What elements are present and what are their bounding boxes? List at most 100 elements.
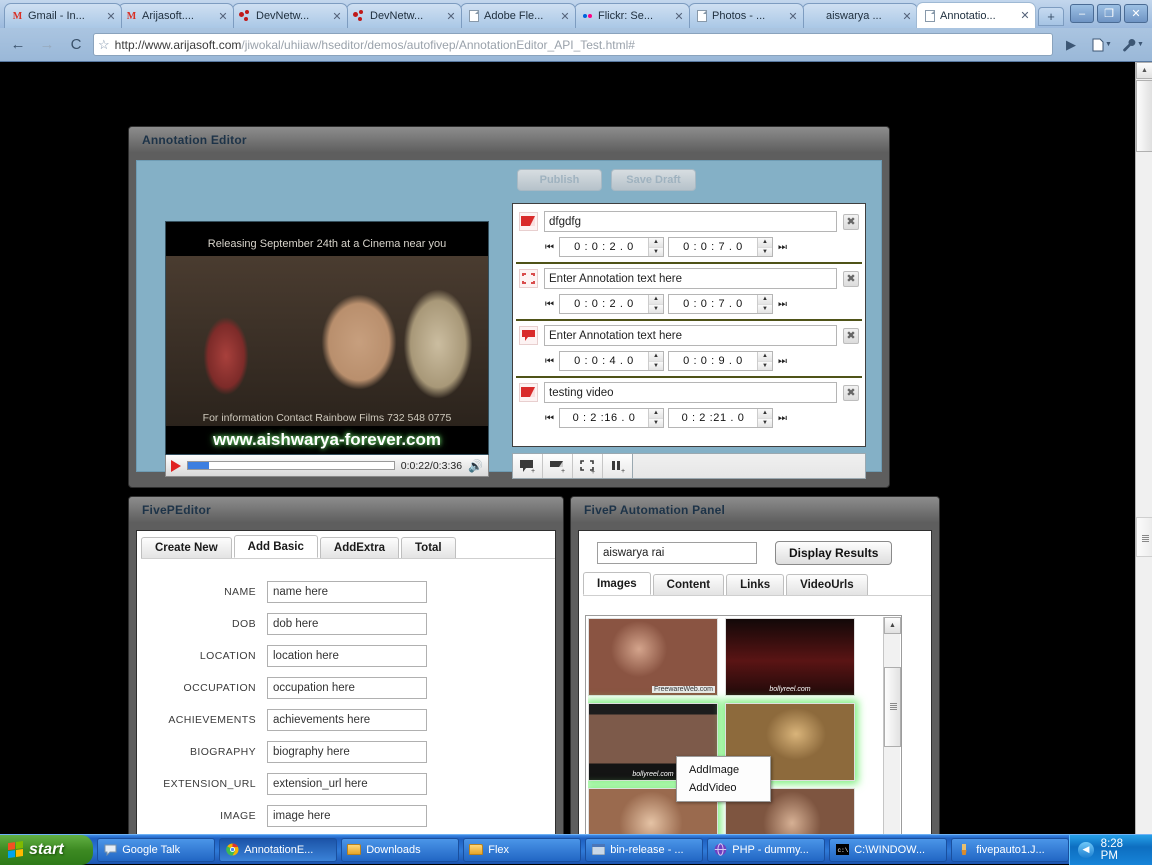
annotation-start-time[interactable]: 0 : 0 : 2 . 0▲▼ xyxy=(559,237,664,257)
stepper-down[interactable]: ▼ xyxy=(758,305,772,314)
page-scrollbar-thumb[interactable] xyxy=(1136,80,1152,152)
jump-to-start-icon[interactable]: ⏮ xyxy=(544,299,555,310)
close-icon[interactable]: ✖ xyxy=(843,214,859,230)
jump-to-start-icon[interactable]: ⏮ xyxy=(544,413,555,424)
stepper-down[interactable]: ▼ xyxy=(649,305,663,314)
start-button[interactable]: start xyxy=(0,835,93,865)
display-results-button[interactable]: Display Results xyxy=(775,541,892,565)
page-scrollbar-secondary[interactable] xyxy=(1136,517,1152,557)
fivep-editor-tab-total[interactable]: Total xyxy=(401,537,456,558)
note-annotation-icon[interactable] xyxy=(519,383,538,402)
taskbar-item-1[interactable]: AnnotationE... xyxy=(219,838,337,862)
start-time-stepper[interactable]: ▲▼ xyxy=(648,238,663,256)
note-annotation-icon[interactable] xyxy=(519,212,538,231)
tray-expand-icon[interactable]: ◀ xyxy=(1078,842,1093,858)
back-button[interactable]: ← xyxy=(6,33,30,57)
taskbar-item-7[interactable]: fivepauto1.J... xyxy=(951,838,1069,862)
end-time-stepper[interactable]: ▲▼ xyxy=(757,352,772,370)
annotation-end-time[interactable]: 0 : 0 : 7 . 0▲▼ xyxy=(668,237,773,257)
search-input[interactable]: aiswarya rai xyxy=(597,542,757,564)
play-icon[interactable] xyxy=(171,460,181,472)
automation-tab-content[interactable]: Content xyxy=(653,574,724,595)
start-time-stepper[interactable]: ▲▼ xyxy=(648,352,663,370)
close-window-button[interactable]: ✕ xyxy=(1124,4,1148,23)
stepper-down[interactable]: ▼ xyxy=(758,419,772,428)
field-input[interactable]: extension_url here xyxy=(267,773,427,795)
automation-tab-links[interactable]: Links xyxy=(726,574,784,595)
fivep-editor-tab-addextra[interactable]: AddExtra xyxy=(320,537,399,558)
add-speech-bubble-icon[interactable]: + xyxy=(513,454,543,478)
reload-button[interactable]: C xyxy=(64,33,88,57)
context-menu-item-add-image[interactable]: AddImage xyxy=(677,761,770,779)
new-tab-button[interactable]: + xyxy=(1038,7,1064,26)
stepper-up[interactable]: ▲ xyxy=(649,409,663,419)
annotation-text-input[interactable]: Enter Annotation text here xyxy=(544,268,837,289)
stepper-up[interactable]: ▲ xyxy=(758,409,772,419)
annotation-end-time[interactable]: 0 : 0 : 7 . 0▲▼ xyxy=(668,294,773,314)
page-scroll-up-icon[interactable]: ▲ xyxy=(1136,62,1152,79)
stepper-up[interactable]: ▲ xyxy=(758,352,772,362)
field-input[interactable]: image here xyxy=(267,805,427,827)
browser-tab-1[interactable]: MArijasoft....✕ xyxy=(118,3,234,28)
end-time-stepper[interactable]: ▲▼ xyxy=(757,409,772,427)
address-bar[interactable]: ☆ http://www.arijasoft.com/jiwokal/uhiia… xyxy=(93,33,1053,56)
video-screen[interactable]: Releasing September 24th at a Cinema nea… xyxy=(165,221,489,455)
stepper-down[interactable]: ▼ xyxy=(649,362,663,371)
stepper-down[interactable]: ▼ xyxy=(649,248,663,257)
fivep-editor-tab-create-new[interactable]: Create New xyxy=(141,537,232,558)
forward-button[interactable]: → xyxy=(35,33,59,57)
automation-tab-images[interactable]: Images xyxy=(583,572,651,595)
jump-to-end-icon[interactable]: ⏭ xyxy=(777,356,788,367)
spotlight-annotation-icon[interactable] xyxy=(519,269,538,288)
field-input[interactable]: name here xyxy=(267,581,427,603)
annotation-text-input[interactable]: testing video xyxy=(544,382,837,403)
tab-close-icon[interactable]: ✕ xyxy=(901,10,913,23)
annotation-start-time[interactable]: 0 : 0 : 2 . 0▲▼ xyxy=(559,294,664,314)
tab-close-icon[interactable]: ✕ xyxy=(559,10,571,23)
scroll-up-icon[interactable]: ▲ xyxy=(884,617,901,634)
end-time-stepper[interactable]: ▲▼ xyxy=(757,295,772,313)
taskbar-item-0[interactable]: Google Talk xyxy=(97,838,215,862)
context-menu-item-add-video[interactable]: AddVideo xyxy=(677,779,770,797)
close-icon[interactable]: ✖ xyxy=(843,271,859,287)
fivep-editor-tab-add-basic[interactable]: Add Basic xyxy=(234,535,318,558)
annotation-text-input[interactable]: Enter Annotation text here xyxy=(544,325,837,346)
tab-close-icon[interactable]: ✕ xyxy=(1019,9,1031,22)
tab-close-icon[interactable]: ✕ xyxy=(445,10,457,23)
annotation-start-time[interactable]: 0 : 0 : 4 . 0▲▼ xyxy=(559,351,664,371)
tab-close-icon[interactable]: ✕ xyxy=(217,10,229,23)
tab-close-icon[interactable]: ✕ xyxy=(105,10,117,23)
seek-bar[interactable] xyxy=(187,461,395,470)
browser-tab-0[interactable]: MGmail - In...✕ xyxy=(4,3,122,28)
jump-to-end-icon[interactable]: ⏭ xyxy=(777,242,788,253)
publish-button[interactable]: Publish xyxy=(517,169,602,191)
close-icon[interactable]: ✖ xyxy=(843,328,859,344)
stepper-up[interactable]: ▲ xyxy=(758,238,772,248)
taskbar-item-5[interactable]: PHP - dummy... xyxy=(707,838,825,862)
stepper-down[interactable]: ▼ xyxy=(758,248,772,257)
stepper-up[interactable]: ▲ xyxy=(649,352,663,362)
taskbar-item-6[interactable]: c:\C:\WINDOW... xyxy=(829,838,947,862)
add-note-icon[interactable]: + xyxy=(543,454,573,478)
taskbar-item-2[interactable]: Downloads xyxy=(341,838,459,862)
save-draft-button[interactable]: Save Draft xyxy=(611,169,696,191)
browser-tab-8[interactable]: Annotatio...✕ xyxy=(916,2,1036,28)
browser-tab-2[interactable]: DevNetw...✕ xyxy=(232,3,348,28)
results-grid-scrollbar[interactable]: ▲ ▼ xyxy=(883,617,900,834)
stepper-down[interactable]: ▼ xyxy=(758,362,772,371)
jump-to-start-icon[interactable]: ⏮ xyxy=(544,242,555,253)
page-scrollbar[interactable]: ▲ xyxy=(1135,62,1152,834)
bookmark-star-icon[interactable]: ☆ xyxy=(98,37,110,53)
field-input[interactable]: location here xyxy=(267,645,427,667)
page-menu-icon[interactable]: ▼ xyxy=(1089,33,1115,57)
add-pause-icon[interactable]: + xyxy=(603,454,633,478)
start-time-stepper[interactable]: ▲▼ xyxy=(648,409,663,427)
close-icon[interactable]: ✖ xyxy=(843,385,859,401)
tab-close-icon[interactable]: ✕ xyxy=(673,10,685,23)
browser-tab-4[interactable]: Adobe Fle...✕ xyxy=(460,3,576,28)
automation-tab-videourls[interactable]: VideoUrls xyxy=(786,574,867,595)
field-input[interactable]: achievements here xyxy=(267,709,427,731)
end-time-stepper[interactable]: ▲▼ xyxy=(757,238,772,256)
stepper-up[interactable]: ▲ xyxy=(649,295,663,305)
tab-close-icon[interactable]: ✕ xyxy=(331,10,343,23)
